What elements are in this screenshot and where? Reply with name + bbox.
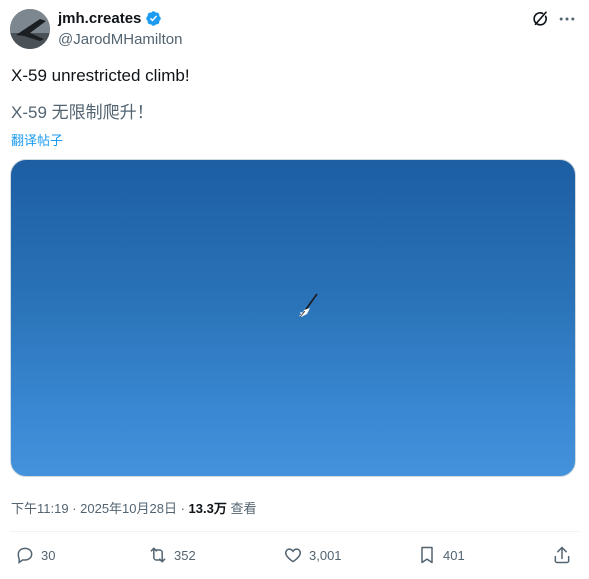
more-icon[interactable] bbox=[557, 9, 577, 29]
tweet-date[interactable]: 2025年10月28日 bbox=[80, 501, 177, 516]
grok-icon[interactable] bbox=[531, 10, 549, 28]
display-name[interactable]: jmh.creates bbox=[58, 10, 141, 27]
share-button[interactable] bbox=[552, 545, 572, 565]
repost-count: 352 bbox=[174, 547, 196, 563]
verified-badge-icon bbox=[145, 10, 162, 27]
divider bbox=[10, 531, 579, 532]
views-label: 查看 bbox=[226, 501, 257, 516]
author-handle[interactable]: @JarodMHamilton bbox=[58, 31, 182, 48]
meta-separator: · bbox=[176, 501, 189, 516]
repost-button[interactable]: 352 bbox=[148, 545, 196, 565]
like-button[interactable]: 3,001 bbox=[283, 545, 342, 565]
views-count: 13.3万 bbox=[188, 501, 227, 516]
translated-text: X-59 无限制爬升！ bbox=[11, 103, 154, 122]
tweet-text: X-59 unrestricted climb! bbox=[11, 66, 190, 85]
like-count: 3,001 bbox=[309, 547, 342, 563]
reply-button[interactable]: 30 bbox=[15, 545, 55, 565]
reply-icon bbox=[17, 547, 33, 564]
tweet-meta: 下午11:19 · 2025年10月28日 · 13.3万 查看 bbox=[11, 498, 256, 517]
meta-separator: · bbox=[68, 501, 81, 516]
avatar[interactable] bbox=[10, 9, 50, 49]
jet-figure bbox=[299, 293, 318, 318]
share-icon bbox=[554, 546, 570, 564]
like-icon bbox=[284, 548, 302, 563]
reply-count: 30 bbox=[41, 547, 56, 563]
tweet-media-image[interactable] bbox=[10, 159, 576, 477]
translate-post-link[interactable]: 翻译帖子 bbox=[11, 130, 63, 149]
tweet-time[interactable]: 下午11:19 bbox=[11, 501, 69, 516]
bookmark-icon bbox=[421, 546, 433, 564]
action-bar: 30 352 3,001 401 bbox=[0, 545, 589, 569]
repost-icon bbox=[150, 547, 166, 563]
bookmark-button[interactable]: 401 bbox=[417, 545, 465, 565]
bookmark-count: 401 bbox=[443, 547, 465, 563]
author-name-row[interactable]: jmh.creates bbox=[58, 10, 162, 27]
